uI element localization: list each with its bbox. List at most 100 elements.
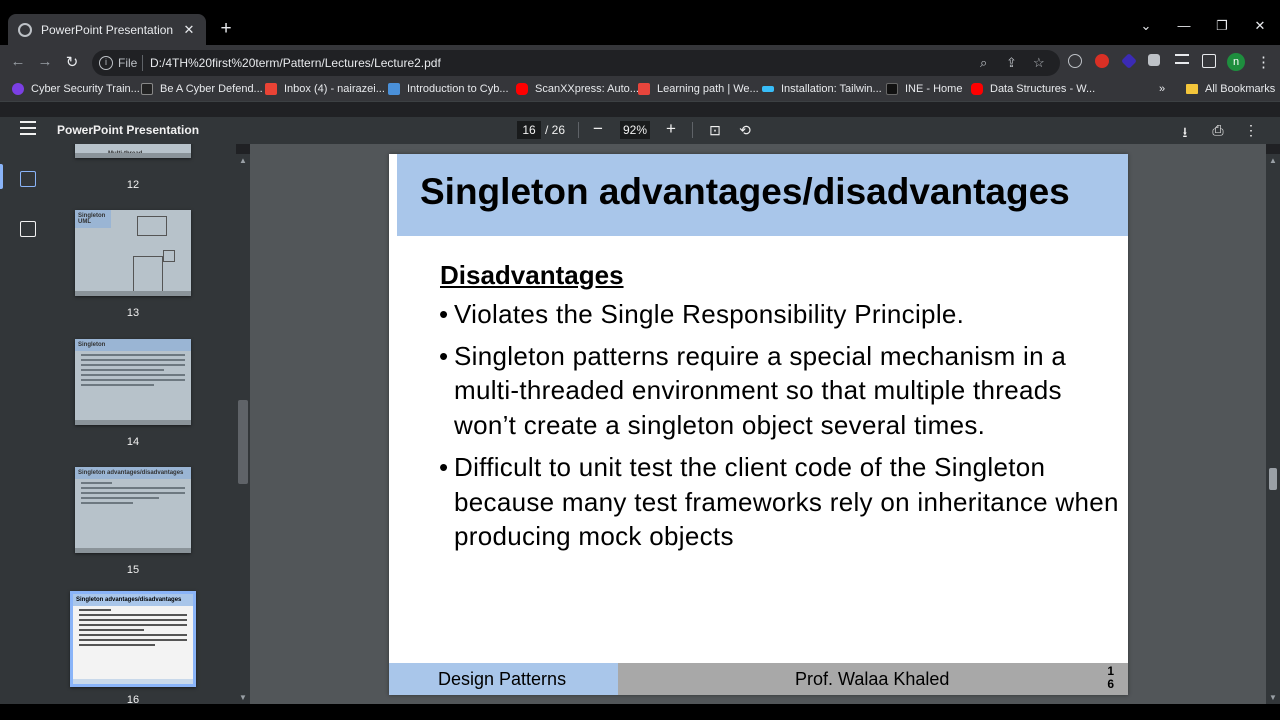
bullet-item: • Difficult to unit test the client code… (439, 450, 1119, 554)
purple-extension-icon[interactable] (1121, 53, 1137, 69)
bookmark-favicon-icon (388, 83, 400, 95)
bookmark-favicon-icon (638, 83, 650, 95)
toolbar-divider (578, 122, 579, 138)
bookmark-item[interactable]: Introduction to Cyb... (388, 83, 509, 95)
close-window-button[interactable]: ✕ (1248, 18, 1272, 34)
slide-footer: Design Patterns Prof. Walaa Khaled 1 6 (389, 663, 1128, 695)
new-tab-button[interactable]: + (216, 19, 236, 39)
thumbnail-page-14[interactable]: Singleton (75, 339, 191, 425)
browser-menu-icon[interactable]: ⋮ (1256, 53, 1271, 71)
bullet-item: • Singleton patterns require a special m… (439, 339, 1119, 443)
bookmark-item[interactable]: ScanXXpress: Auto... (516, 83, 639, 95)
thumbnail-page-16[interactable]: Singleton advantages/disadvantages (70, 591, 196, 687)
scroll-up-icon[interactable]: ▲ (236, 156, 250, 165)
bullet-marker: • (439, 451, 449, 482)
tab-search-icon[interactable]: ⌄ (1134, 18, 1158, 34)
bookmark-star-icon[interactable]: ☆ (1033, 55, 1045, 71)
download-icon[interactable]: ⭳ (1176, 122, 1194, 146)
active-view-indicator (0, 164, 3, 189)
title-banner: Singleton advantages/disadvantages (397, 154, 1128, 236)
bottom-border (0, 704, 1280, 720)
bookmark-item[interactable]: Data Structures - W... (971, 83, 1095, 95)
browser-window: PowerPoint Presentation ✕ + ⌄ — ❐ ✕ ← → … (0, 0, 1280, 720)
reading-list-icon[interactable] (1175, 54, 1189, 64)
folder-icon (1186, 84, 1198, 94)
bookmark-label: Cyber Security Train... (31, 83, 140, 95)
thumbnail-number: 15 (126, 564, 140, 576)
page-number-input[interactable]: 16 (517, 121, 541, 139)
forward-button[interactable]: → (35, 53, 55, 70)
fit-page-icon[interactable]: ⊡ (706, 122, 724, 139)
thumbnail-page-13[interactable]: Singleton UML (75, 210, 191, 296)
scroll-down-icon[interactable]: ▼ (1266, 693, 1280, 702)
url-text[interactable]: D:/4TH%20first%20term/Pattern/Lectures/L… (150, 56, 441, 70)
scroll-up-icon[interactable]: ▲ (1266, 156, 1280, 165)
slide-page-number: 1 6 (1107, 665, 1114, 691)
more-bookmarks-icon[interactable]: » (1159, 83, 1165, 95)
bullet-item: • Violates the Single Responsibility Pri… (439, 297, 1119, 332)
thumbnail-heading: Singleton advantages/disadvantages (73, 594, 193, 606)
thumbnail-heading: Singleton (75, 339, 191, 351)
globe-icon (18, 22, 32, 37)
thumbnails-view-icon[interactable] (20, 171, 36, 187)
bookmark-item[interactable]: INE - Home (886, 83, 962, 95)
thumbnail-scrollbar[interactable]: ▲ ▼ (236, 154, 250, 704)
bookmark-item[interactable]: Inbox (4) - nairazei... (265, 83, 385, 95)
site-info-icon[interactable]: i (99, 56, 113, 70)
sidebar-toggle-icon[interactable] (20, 121, 36, 139)
thumbnail-page-15[interactable]: Singleton advantages/disadvantages (75, 467, 191, 553)
youtube-icon (971, 83, 983, 95)
red-extension-icon[interactable] (1095, 54, 1109, 68)
profile-avatar[interactable]: n (1227, 53, 1245, 71)
close-tab-icon[interactable]: ✕ (181, 22, 197, 38)
bullet-text: Difficult to unit test the client code o… (454, 451, 1119, 552)
all-bookmarks-button[interactable]: All Bookmarks (1186, 83, 1275, 95)
rotate-icon[interactable]: ⟲ (736, 122, 754, 139)
zoom-input[interactable]: 92% (620, 121, 650, 139)
tab-pdf[interactable]: PowerPoint Presentation ✕ (8, 14, 206, 45)
scrollbar-thumb[interactable] (1269, 468, 1277, 490)
minimize-button[interactable]: — (1172, 18, 1196, 33)
thumbnail-page-12[interactable]: Multi-thread (75, 144, 191, 158)
zoom-in-button[interactable]: + (663, 119, 679, 139)
restore-button[interactable]: ❐ (1210, 18, 1234, 34)
reload-button[interactable]: ↻ (62, 53, 82, 71)
scrollbar-thumb[interactable] (238, 400, 248, 484)
share-icon[interactable]: ⇪ (1006, 55, 1017, 71)
back-button[interactable]: ← (8, 53, 28, 70)
tab-strip: PowerPoint Presentation ✕ + ⌄ — ❐ ✕ (0, 0, 1280, 45)
thumbnail-panel: Multi-thread 12 Singleton UML 13 Singlet… (56, 144, 236, 720)
thumbnail-heading: Singleton UML (75, 210, 111, 228)
more-actions-icon[interactable]: ⋮ (1242, 122, 1260, 139)
bullet-marker: • (439, 299, 449, 329)
bookmark-favicon-icon (12, 83, 24, 95)
side-panel-icon[interactable] (1202, 54, 1216, 68)
thumbnail-number: 14 (126, 436, 140, 448)
bookmark-label: Learning path | We... (657, 83, 759, 95)
zoom-out-button[interactable]: − (590, 119, 606, 139)
bookmark-item[interactable]: Cyber Security Train... (12, 83, 140, 95)
youtube-icon (516, 83, 528, 95)
bookmark-item[interactable]: Be A Cyber Defend... (141, 83, 263, 95)
bookmark-favicon-icon (141, 83, 153, 95)
zoom-icon[interactable]: ⌕ (980, 55, 987, 71)
bookmark-label: ScanXXpress: Auto... (535, 83, 639, 95)
bookmark-label: Installation: Tailwin... (781, 83, 882, 95)
pdf-viewer[interactable]: Singleton advantages/disadvantages Disad… (250, 144, 1266, 720)
address-divider (142, 55, 143, 71)
outline-view-icon[interactable] (20, 221, 36, 237)
bookmark-item[interactable]: Learning path | We... (638, 83, 759, 95)
browser-toolbar: ← → ↻ i File D:/4TH%20first%20term/Patte… (0, 45, 1280, 80)
toolbar-divider (692, 122, 693, 138)
viewer-scrollbar[interactable]: ▲ ▼ (1266, 154, 1280, 704)
pdf-toolbar: PowerPoint Presentation 16 / 26 − 92% + … (0, 117, 1280, 144)
bullet-text: Violates the Single Responsibility Princ… (454, 299, 965, 329)
puzzle-extensions-icon[interactable] (1148, 54, 1160, 66)
document-title: PowerPoint Presentation (57, 123, 200, 137)
bookmark-label: Inbox (4) - nairazei... (284, 83, 385, 95)
print-icon[interactable]: ⎙ (1209, 122, 1227, 139)
address-bar[interactable]: i File D:/4TH%20first%20term/Pattern/Lec… (92, 50, 1060, 76)
bookmark-item[interactable]: Installation: Tailwin... (762, 83, 882, 95)
shield-extension-icon[interactable] (1068, 54, 1082, 68)
scroll-down-icon[interactable]: ▼ (236, 693, 250, 702)
